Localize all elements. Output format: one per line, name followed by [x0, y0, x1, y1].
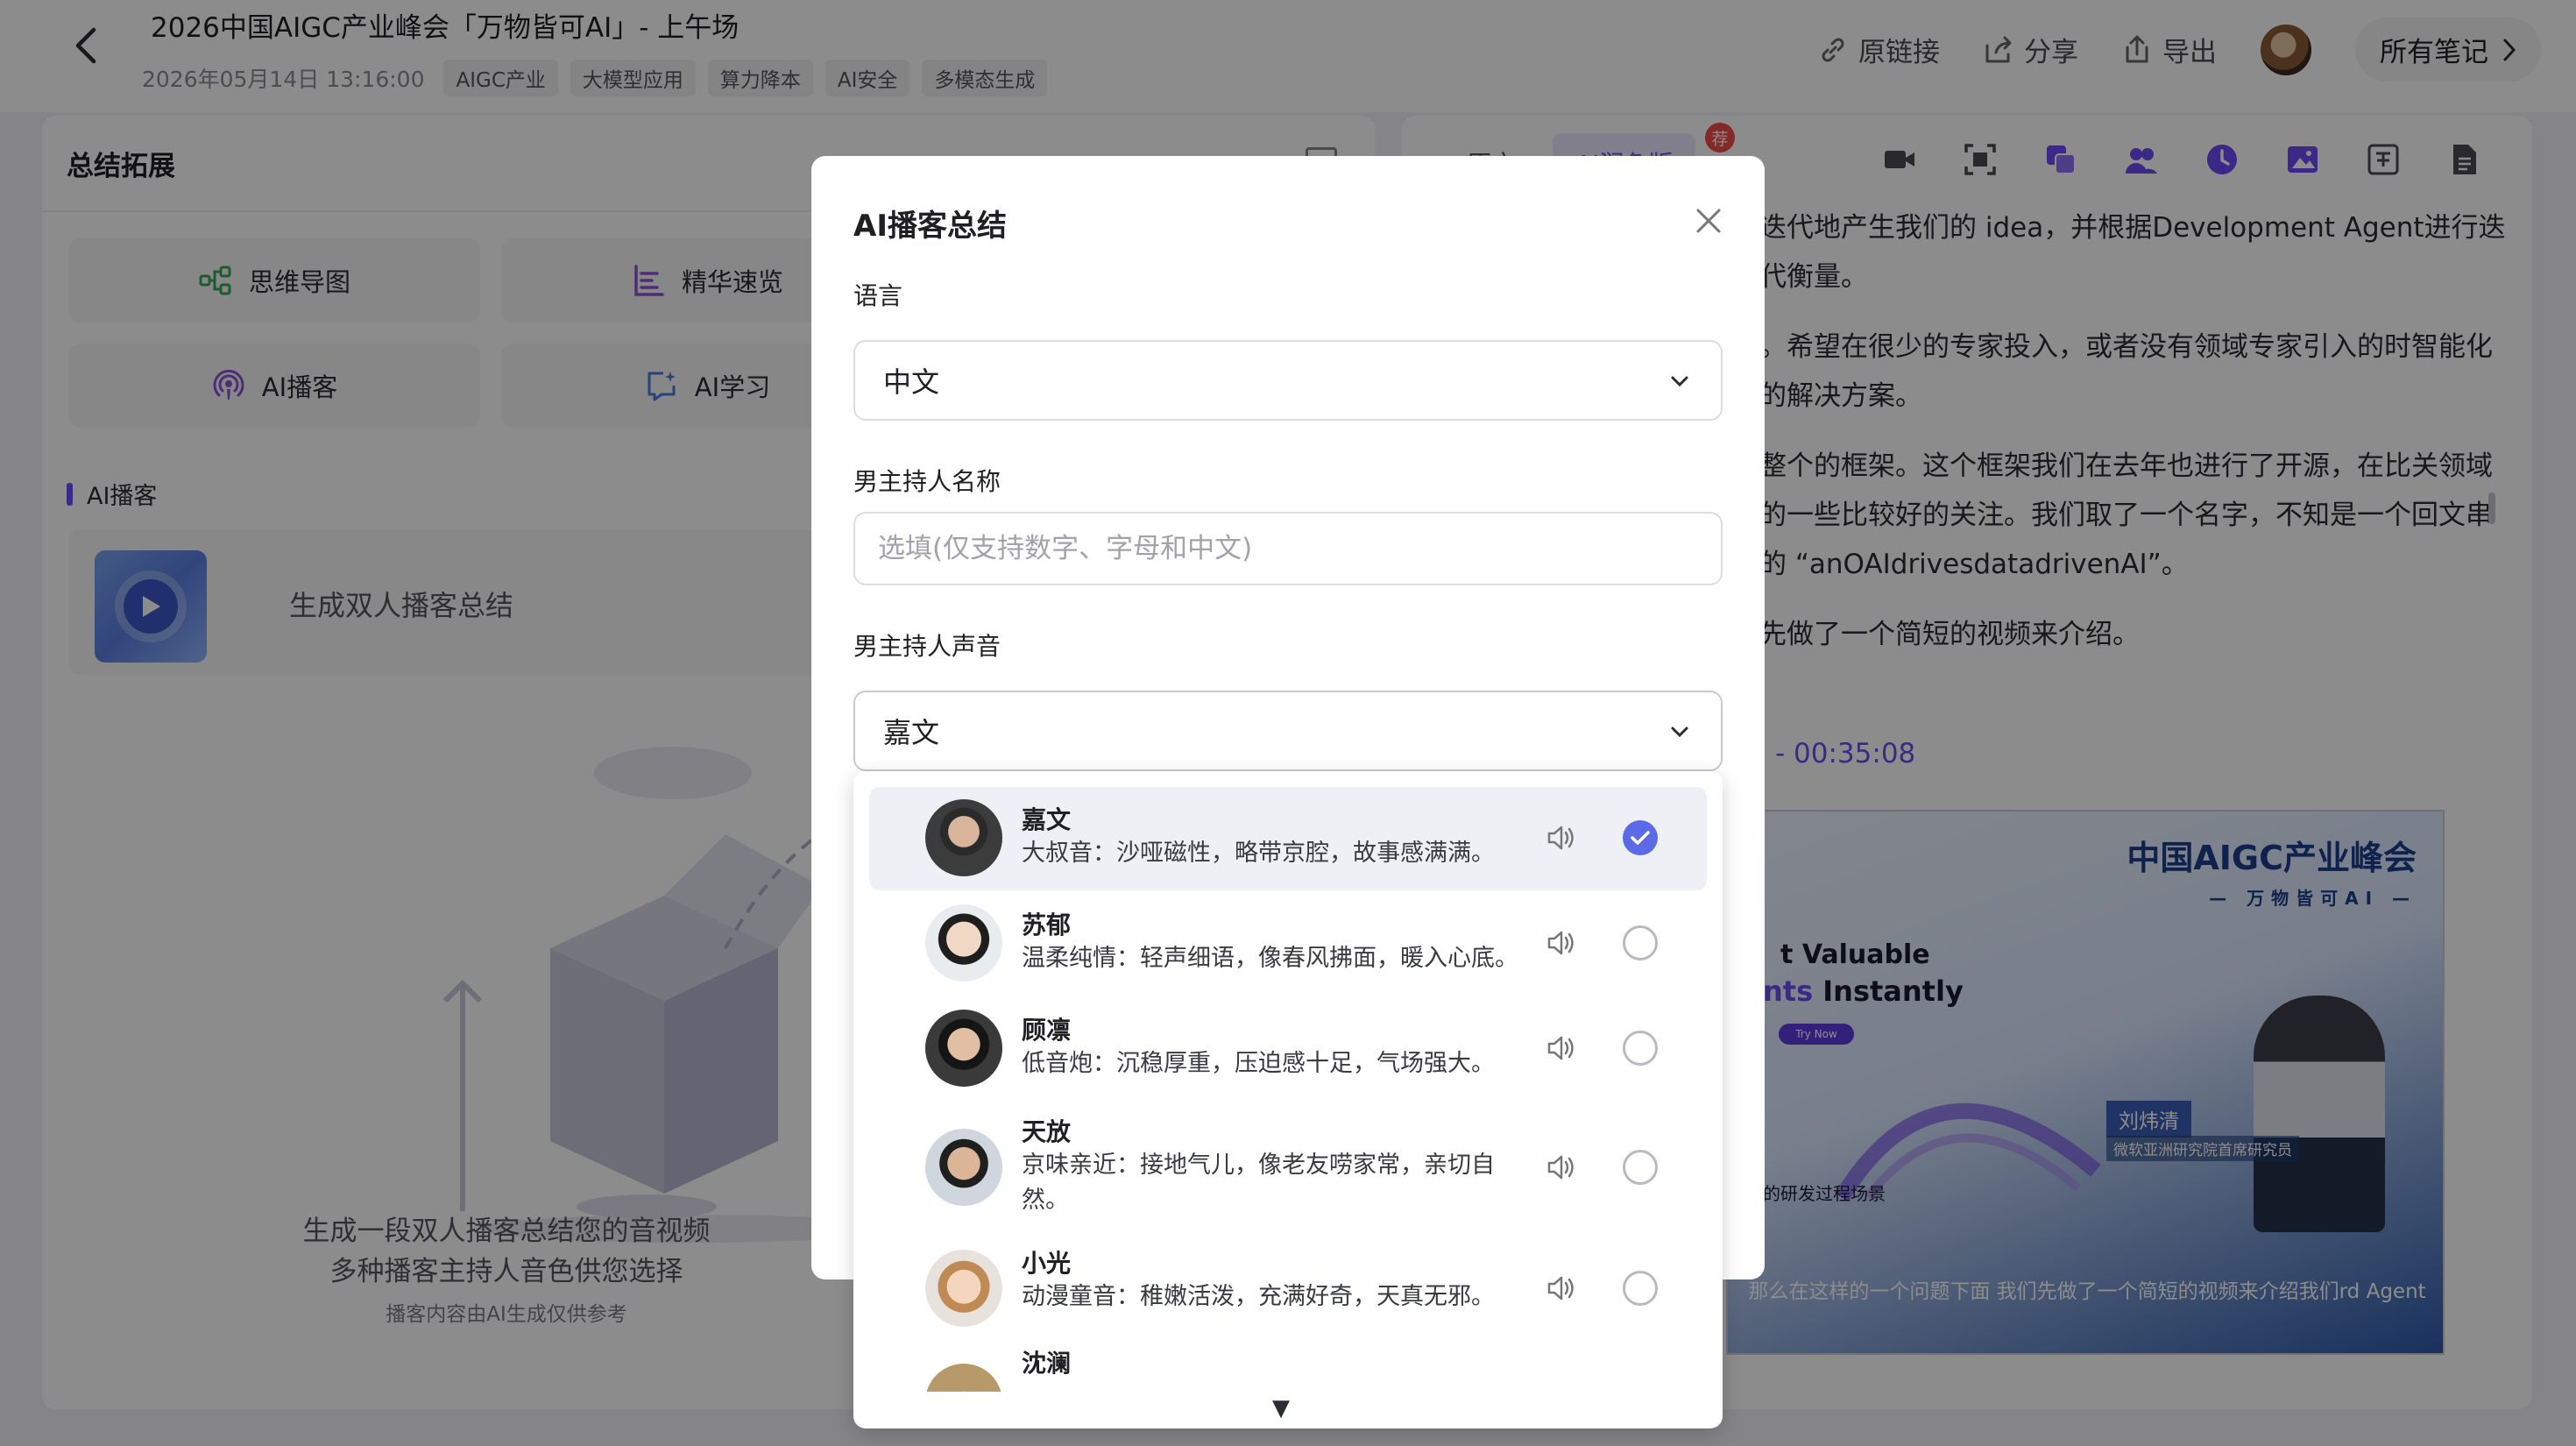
voice-description: 温柔纯情：轻声细语，像春风拂面，暖入心底。: [1022, 945, 1518, 972]
radio-button[interactable]: [1623, 1271, 1658, 1306]
voice-avatar: [925, 1010, 1002, 1087]
checkmark-icon: [1631, 831, 1650, 845]
male-host-voice-label: 男主持人声音: [853, 632, 1001, 661]
voice-avatar: [925, 1364, 1002, 1392]
radio-button[interactable]: [1623, 1150, 1658, 1185]
voice-description: 京味亲近：接地气儿，像老友唠家常，亲切自然。: [1022, 1152, 1495, 1214]
speaker-icon[interactable]: [1544, 1150, 1579, 1185]
language-value: 中文: [883, 365, 940, 399]
radio-checked[interactable]: [1623, 820, 1658, 855]
voice-option-xiaoguang[interactable]: 小光 动漫童音：稚嫩活泼，充满好奇，天真无邪。: [869, 1236, 1707, 1339]
voice-name: 天放: [1022, 1117, 1072, 1146]
speaker-icon[interactable]: [1544, 820, 1579, 855]
language-label: 语言: [853, 281, 903, 310]
scroll-down-arrow[interactable]: ▼: [1272, 1395, 1290, 1421]
speaker-icon[interactable]: [1544, 1271, 1579, 1306]
speaker-icon[interactable]: [1544, 925, 1579, 960]
male-host-name-label: 男主持人名称: [853, 467, 1001, 496]
voice-name: 顾凛: [1022, 1016, 1072, 1045]
voice-name: 沈澜: [1022, 1349, 1072, 1378]
voice-description: 低音炮：沉稳厚重，压迫感十足，气场强大。: [1022, 1050, 1495, 1077]
close-icon: [1696, 209, 1721, 233]
voice-name: 小光: [1022, 1249, 1072, 1278]
close-button[interactable]: [1693, 205, 1724, 237]
voice-dropdown: 嘉文 大叔音：沙哑磁性，略带京腔，故事感满满。 苏郁 温柔纯情：轻声细语，像春风…: [853, 771, 1723, 1428]
chevron-down-icon: [1671, 376, 1688, 387]
voice-option-tianfang[interactable]: 天放 京味亲近：接地气儿，像老友唠家常，亲切自然。: [869, 1102, 1707, 1234]
voice-avatar: [925, 1250, 1002, 1327]
radio-button[interactable]: [1623, 925, 1658, 960]
language-select[interactable]: 中文: [853, 340, 1723, 421]
dialog-title: AI播客总结: [853, 209, 1007, 244]
chevron-down-icon: [1671, 727, 1688, 738]
voice-avatar: [925, 799, 1002, 876]
voice-description: 动漫童音：稚嫩活泼，充满好奇，天真无邪。: [1022, 1283, 1495, 1310]
voice-option-jiawen[interactable]: 嘉文 大叔音：沙哑磁性，略带京腔，故事感满满。: [869, 787, 1707, 890]
voice-description: 大叔音：沙哑磁性，略带京腔，故事感满满。: [1022, 840, 1495, 867]
voice-option-suyu[interactable]: 苏郁 温柔纯情：轻声细语，像春风拂面，暖入心底。: [869, 892, 1707, 996]
male-host-name-input[interactable]: [853, 512, 1723, 585]
radio-button[interactable]: [1623, 1031, 1658, 1066]
male-host-voice-select[interactable]: 嘉文: [853, 691, 1723, 771]
speaker-icon[interactable]: [1544, 1031, 1579, 1066]
voice-avatar: [925, 1129, 1002, 1206]
voice-option-shenlan[interactable]: 沈澜: [869, 1339, 1707, 1392]
voice-name: 苏郁: [1022, 911, 1072, 939]
voice-name: 嘉文: [1022, 805, 1072, 834]
male-host-voice-value: 嘉文: [883, 716, 940, 749]
voice-avatar: [925, 904, 1002, 982]
voice-option-gulin[interactable]: 顾凛 低音炮：沉稳厚重，压迫感十足，气场强大。: [869, 997, 1707, 1101]
